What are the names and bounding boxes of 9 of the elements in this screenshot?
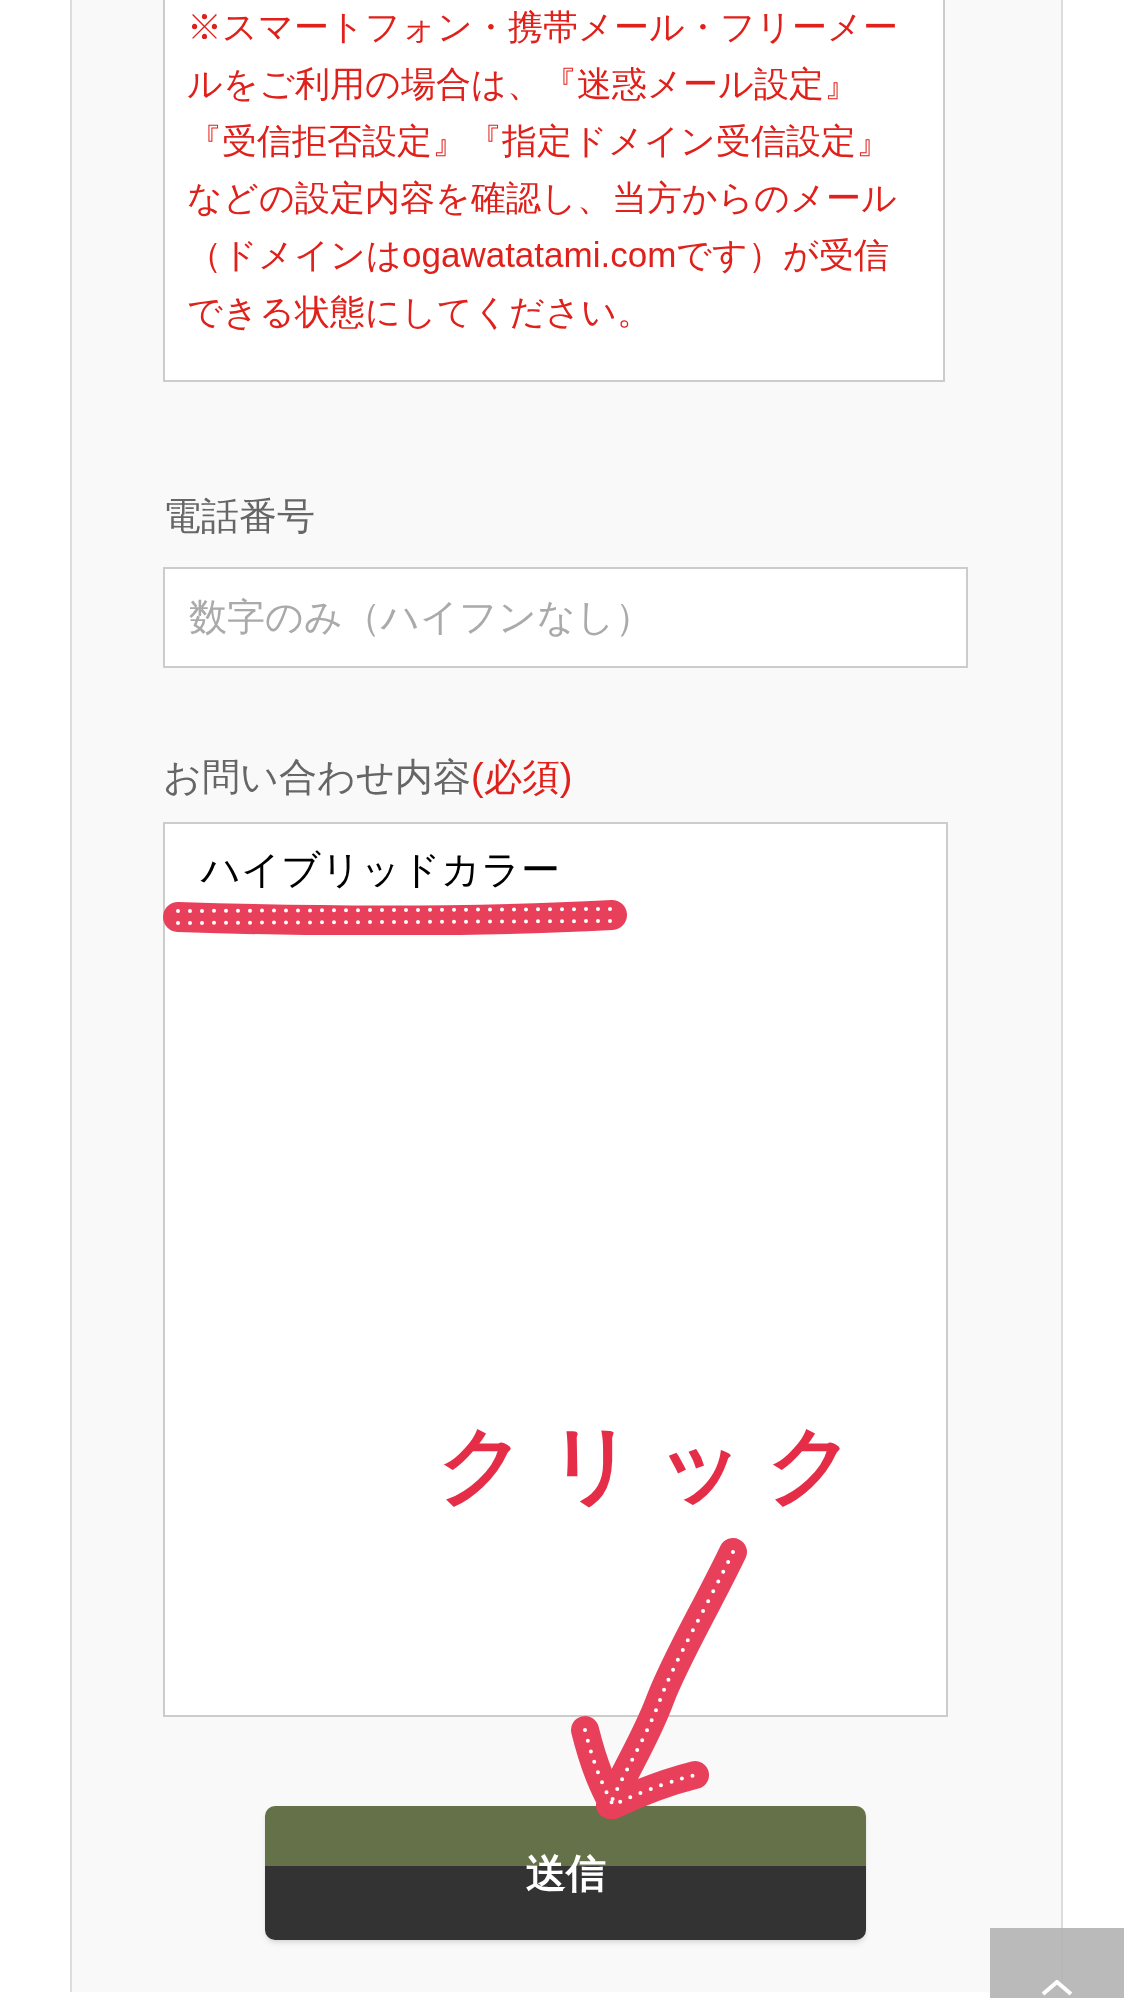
caret-up-icon — [1041, 1980, 1073, 1996]
field-label: 電話番号 — [163, 494, 315, 539]
click-annotation-text: クリック — [438, 1415, 876, 1514]
scroll-to-top-button[interactable] — [990, 1928, 1124, 1998]
submit-button[interactable]: 送信 — [265, 1806, 866, 1940]
field-label: お問い合わせ内容 — [163, 755, 471, 800]
required-mark: (必須) — [471, 755, 573, 800]
notice-text: ※スマートフォン・携帯メール・フリーメールをご利用の場合は、『迷惑メール設定』『受信拒否設定』『指定ドメイン受信設定』などの設定内容を確認し、当方からのメール（ドメインはogawatatami.comです）が受信できる状態にしてください。 — [187, 6, 899, 333]
phone-input-field[interactable]: 数字のみ（ハイフンなし） — [163, 567, 968, 668]
